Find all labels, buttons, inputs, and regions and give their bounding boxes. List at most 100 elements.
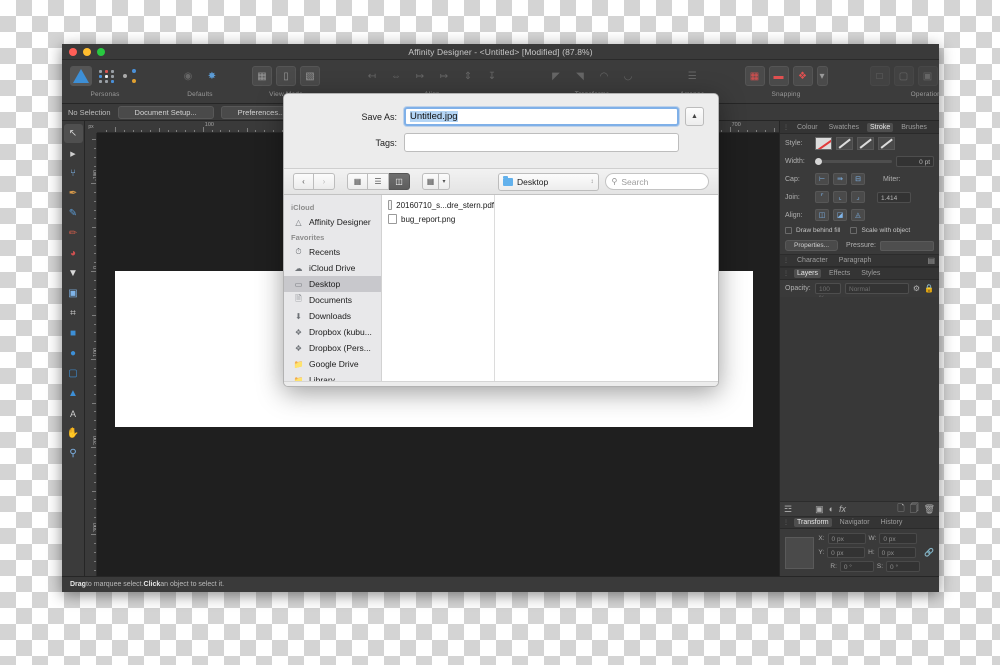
rectangle-tool[interactable]: ■ [64,324,83,343]
align-inside-stroke-button[interactable]: ◪ [833,209,847,221]
icon-view-icon[interactable]: ▦ [347,173,368,190]
tab-effects[interactable]: Effects [826,269,853,278]
defaults-apply-icon[interactable]: ✸ [202,66,222,86]
flip-horizontal-icon[interactable]: ◤ [546,66,566,86]
chevron-left-icon[interactable]: ‹ [293,173,314,190]
close-button[interactable] [69,48,77,56]
adjustment-layer-icon[interactable]: ◐ [829,504,834,514]
sidebar-item-recents[interactable]: ⏱ Recents [284,244,381,260]
align-center-v-icon[interactable]: ⇕ [458,66,478,86]
fill-tool[interactable]: ▼ [64,264,83,283]
stroke-style-textured-button[interactable] [878,137,895,150]
boolean-add-icon[interactable]: □ [869,66,890,86]
corner-tool[interactable]: ⑂ [64,164,83,183]
ellipse-tool[interactable]: ● [64,344,83,363]
boolean-subtract-icon[interactable]: ▢ [893,66,914,86]
sidebar-item-desktop[interactable]: ▭ Desktop [284,276,381,292]
tab-transform[interactable]: Transform [794,518,832,527]
sidebar-item-icloud-drive[interactable]: ☁ iCloud Drive [284,260,381,276]
transform-y-field[interactable]: 0 px [827,547,866,558]
layer-stack-icon[interactable]: ☲ [784,504,792,515]
join-round-button[interactable]: ⌞ [833,191,847,203]
join-bevel-button[interactable]: ⌟ [851,191,865,203]
tab-brushes[interactable]: Brushes [898,123,930,132]
sidebar-item-google-drive[interactable]: 📁 Google Drive [284,356,381,372]
stroke-style-none-button[interactable] [815,137,832,150]
view-mode-retina-icon[interactable]: ▯ [276,66,296,86]
colour-picker-tool[interactable]: ◕ [64,244,83,263]
chevron-right-icon[interactable]: › [314,173,335,190]
column-view-icon[interactable]: ◫ [389,173,410,190]
transform-w-field[interactable]: 0 px [879,533,918,544]
save-as-input[interactable]: Untitled.jpg [404,107,679,126]
align-outside-stroke-button[interactable]: ◬ [851,209,865,221]
arrange-icon[interactable]: ☰ [682,66,702,86]
tab-swatches[interactable]: Swatches [826,123,862,132]
pencil-tool[interactable]: ✎ [64,204,83,223]
panel-menu-icon[interactable]: ▤ [927,256,935,265]
node-tool[interactable]: ▶ [64,144,83,163]
location-popup-button[interactable]: Desktop ↕ [498,172,599,191]
join-miter-button[interactable]: ⌜ [815,191,829,203]
draw-behind-fill-checkbox[interactable] [785,227,792,234]
align-right-icon[interactable]: ↦ [410,66,430,86]
list-item[interactable]: bug_report.png [382,212,494,226]
align-center-stroke-button[interactable]: ◫ [815,209,829,221]
link-dimensions-icon[interactable]: 🔗 [924,548,934,557]
transform-x-field[interactable]: 0 px [827,533,866,544]
tab-paragraph[interactable]: Paragraph [836,256,875,265]
tab-colour[interactable]: Colour [794,123,821,132]
list-view-icon[interactable]: ☰ [368,173,389,190]
opacity-value[interactable]: 100 % [815,283,841,302]
triangle-tool[interactable]: ▲ [64,384,83,403]
align-bottom-icon[interactable]: ↧ [482,66,502,86]
sidebar-item-dropbox-personal[interactable]: ❖ Dropbox (Pers... [284,340,381,356]
boolean-intersect-icon[interactable]: ▣ [917,66,938,86]
stroke-properties-button[interactable]: Properties... [785,240,839,251]
minimize-button[interactable] [83,48,91,56]
sidebar-item-library[interactable]: 📁 Library [284,372,381,381]
mask-layer-icon[interactable]: ▣ [815,504,824,515]
vertical-ruler[interactable]: -1000100200300 [85,133,97,576]
stroke-miter-value[interactable]: 1.414 [877,191,911,203]
group-by-icon[interactable]: ▦ [422,173,439,190]
transform-h-field[interactable]: 0 px [877,547,916,558]
align-center-h-icon[interactable]: ⇔ [386,66,406,86]
stroke-style-solid-button[interactable] [836,137,853,150]
gear-icon[interactable]: ⚙ [913,284,920,293]
tags-input[interactable] [404,133,679,152]
cap-square-button[interactable]: ⊟ [851,173,865,185]
crop-tool[interactable]: ⌗ [64,304,83,323]
sidebar-item-dropbox-kubu[interactable]: ❖ Dropbox (kubu... [284,324,381,340]
list-item[interactable]: 20160710_s...dre_stern.pdf [382,198,494,212]
transform-r-field[interactable]: 0 ° [839,561,874,572]
expand-collapse-chevron-icon[interactable]: ▲ [685,107,704,126]
snapping-magnet-icon[interactable]: ❖ [792,66,813,86]
scale-with-object-checkbox[interactable] [850,227,858,234]
fx-icon[interactable]: fx [839,504,846,514]
transform-s-field[interactable]: 0 ° [886,561,921,572]
affinity-designer-persona-icon[interactable] [70,66,92,86]
stroke-style-dashed-button[interactable] [857,137,874,150]
defaults-reset-icon[interactable]: ◉ [178,66,198,86]
pixel-persona-icon[interactable] [96,66,116,86]
cap-butt-button[interactable]: ⊢ [815,173,829,185]
cap-round-button[interactable]: ⇛ [833,173,847,185]
view-mode-outline-icon[interactable]: ▧ [300,66,320,86]
export-persona-icon[interactable] [120,66,140,86]
stroke-width-slider[interactable] [815,157,892,165]
document-setup-button[interactable]: Document Setup... [117,105,214,119]
file-list-column[interactable]: 20160710_s...dre_stern.pdf bug_report.pn… [382,195,495,381]
zoom-tool[interactable]: ⚲ [64,444,83,463]
new-layer-icon[interactable]: 🗋 [897,501,904,517]
blend-mode-select[interactable]: Normal [845,283,909,294]
layers-list-area[interactable] [780,297,939,501]
lock-icon[interactable]: 🔒 [924,284,934,293]
search-field[interactable]: ⚲ Search [604,173,709,190]
zoom-button[interactable] [97,48,105,56]
view-mode-pixel-icon[interactable]: ▦ [252,66,272,86]
rounded-rectangle-tool[interactable]: ▢ [64,364,83,383]
place-image-tool[interactable]: ▣ [64,284,83,303]
flip-vertical-icon[interactable]: ◥ [570,66,590,86]
snapping-candidates-icon[interactable]: ▬ [768,66,789,86]
